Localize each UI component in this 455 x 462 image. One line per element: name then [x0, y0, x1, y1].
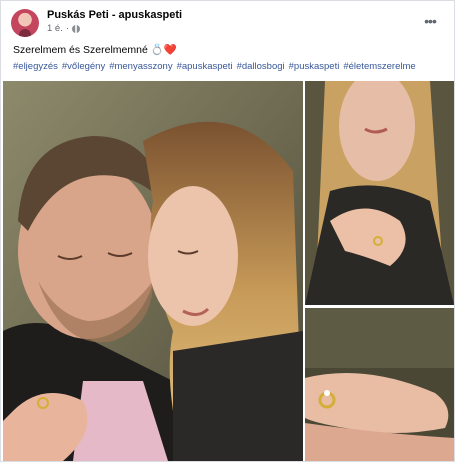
separator: · — [65, 23, 70, 34]
author-avatar[interactable] — [11, 9, 39, 37]
post-meta: 1 é. · — [47, 23, 81, 34]
ring-heart-emoji: 💍❤️ — [150, 44, 177, 56]
hashtag-link[interactable]: #menyasszony — [109, 61, 172, 72]
post-text-body: Szerelmem és Szerelmemné — [13, 44, 148, 56]
hashtag-link[interactable]: #puskaspeti — [289, 61, 340, 72]
photo-grid — [3, 81, 454, 461]
photo-couple-embrace[interactable] — [3, 81, 303, 461]
more-options-button[interactable]: ••• — [420, 13, 440, 29]
globe-icon — [72, 24, 81, 33]
facebook-post-card: Puskás Peti - apuskaspeti 1 é. · ••• Sze… — [0, 0, 455, 462]
author-name[interactable]: Puskás Peti - apuskaspeti — [47, 9, 182, 21]
post-time[interactable]: 1 é. — [47, 23, 63, 34]
post-text: Szerelmem és Szerelmemné 💍❤️ — [13, 43, 177, 56]
photo-woman-ring[interactable] — [305, 81, 454, 305]
hashtag-link[interactable]: #dallosbogi — [237, 61, 285, 72]
hashtag-link[interactable]: #eljegyzés — [13, 61, 58, 72]
hashtag-link[interactable]: #vőlegény — [62, 61, 105, 72]
more-horizontal-icon: ••• — [424, 13, 437, 29]
hashtag-list: #eljegyzés #vőlegény #menyasszony #apusk… — [13, 61, 416, 72]
hashtag-link[interactable]: #életemszerelme — [343, 61, 415, 72]
photo-ring-closeup[interactable] — [305, 308, 454, 461]
hashtag-link[interactable]: #apuskaspeti — [177, 61, 233, 72]
post-header: Puskás Peti - apuskaspeti 1 é. · ••• — [11, 9, 444, 39]
